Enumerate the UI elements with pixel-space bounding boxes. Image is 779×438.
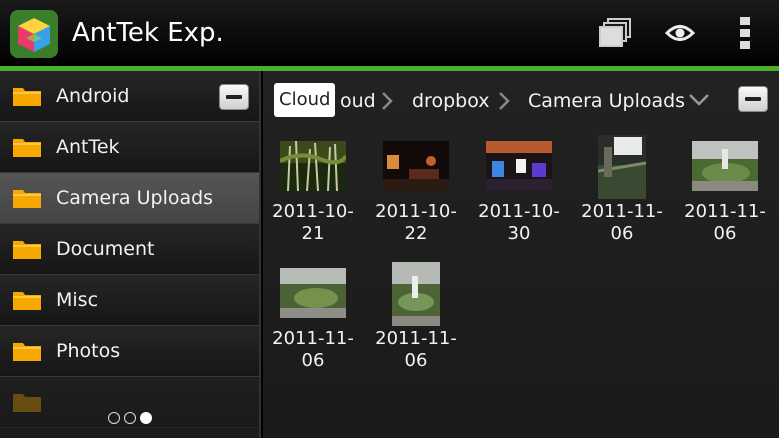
file-item[interactable]: 2011-10- 21: [263, 141, 363, 251]
file-browser: Cloud oud dropbox Camera Uploads 2011-10…: [263, 71, 779, 438]
app-logo-icon[interactable]: [8, 8, 60, 60]
file-date-label: 30: [507, 223, 531, 244]
file-item[interactable]: 2011-11- 06: [366, 262, 466, 378]
file-date-label: 06: [713, 223, 737, 244]
folder-icon: [13, 139, 41, 157]
folder-icon: [13, 88, 41, 106]
file-item[interactable]: 2011-11- 06: [263, 268, 363, 378]
chevron-down-icon[interactable]: [688, 92, 710, 108]
overflow-menu-icon[interactable]: [724, 12, 766, 54]
minus-icon: [226, 95, 242, 99]
file-date-label: 22: [404, 223, 428, 244]
breadcrumb-camera-uploads[interactable]: Camera Uploads: [528, 89, 685, 113]
sidebar-item-label: Misc: [56, 289, 99, 311]
minus-icon: [745, 97, 761, 101]
windows-icon[interactable]: [594, 12, 636, 54]
page-dot[interactable]: [124, 412, 136, 424]
app-title: AntTek Exp.: [72, 18, 224, 48]
file-item[interactable]: 2011-11- 06: [572, 135, 672, 251]
photo-thumbnail: [280, 268, 346, 318]
folder-icon: [13, 241, 41, 259]
sidebar-item-camera-uploads[interactable]: Camera Uploads: [0, 173, 259, 224]
breadcrumb-cloud[interactable]: Cloud: [274, 83, 336, 117]
file-date-label: 2011-10-: [375, 201, 457, 222]
file-date-label: 2011-11-: [581, 201, 663, 222]
file-item[interactable]: 2011-10- 30: [469, 141, 569, 251]
photo-thumbnail: [392, 262, 440, 326]
eye-icon[interactable]: [659, 12, 701, 54]
page-dot[interactable]: [108, 412, 120, 424]
sidebar-item-label: Camera Uploads: [56, 187, 214, 209]
collapse-breadcrumb-button[interactable]: [738, 86, 768, 112]
file-date-label: 06: [404, 350, 428, 371]
action-bar: AntTek Exp.: [0, 0, 779, 71]
sidebar-item-anttek[interactable]: AntTek: [0, 122, 259, 173]
sidebar-item-label: Document: [56, 238, 155, 260]
breadcrumb-dropbox[interactable]: dropbox: [412, 89, 489, 113]
photo-thumbnail: [598, 135, 646, 199]
file-date-label: 2011-11-: [684, 201, 766, 222]
collapse-sidebar-button[interactable]: [219, 84, 249, 110]
photo-thumbnail: [486, 141, 552, 191]
sidebar-item-label: Photos: [56, 340, 121, 362]
file-date-label: 06: [610, 223, 634, 244]
photo-thumbnail: [692, 141, 758, 191]
sidebar-item-misc[interactable]: Misc: [0, 275, 259, 326]
sidebar-item-label: Android: [56, 85, 130, 107]
photo-thumbnail: [280, 141, 346, 191]
sidebar-item-photos[interactable]: Photos: [0, 326, 259, 377]
chevron-right-icon: [499, 92, 510, 110]
file-date-label: 06: [301, 350, 325, 371]
sidebar-item-label: AntTek: [56, 136, 120, 158]
file-date-label: 2011-11-: [272, 328, 354, 349]
photo-thumbnail: [383, 141, 449, 191]
page-dot-current[interactable]: [140, 412, 152, 424]
folder-icon: [13, 190, 41, 208]
file-date-label: 21: [301, 223, 325, 244]
breadcrumb: Cloud oud dropbox Camera Uploads: [263, 71, 779, 131]
file-date-label: 2011-10-: [272, 201, 354, 222]
file-date-label: 2011-11-: [375, 328, 457, 349]
folder-icon: [13, 343, 41, 361]
file-item[interactable]: 2011-10- 22: [366, 141, 466, 251]
folder-icon: [13, 292, 41, 310]
sidebar-item-document[interactable]: Document: [0, 224, 259, 275]
breadcrumb-cloud-partial[interactable]: oud: [340, 89, 376, 113]
page-indicator: [0, 406, 259, 430]
file-date-label: 2011-10-: [478, 201, 560, 222]
folder-sidebar: Android AntTek Camera Uploads Document Misc P…: [0, 71, 261, 438]
chevron-right-icon: [382, 92, 393, 110]
file-item[interactable]: 2011-11- 06: [675, 141, 775, 251]
